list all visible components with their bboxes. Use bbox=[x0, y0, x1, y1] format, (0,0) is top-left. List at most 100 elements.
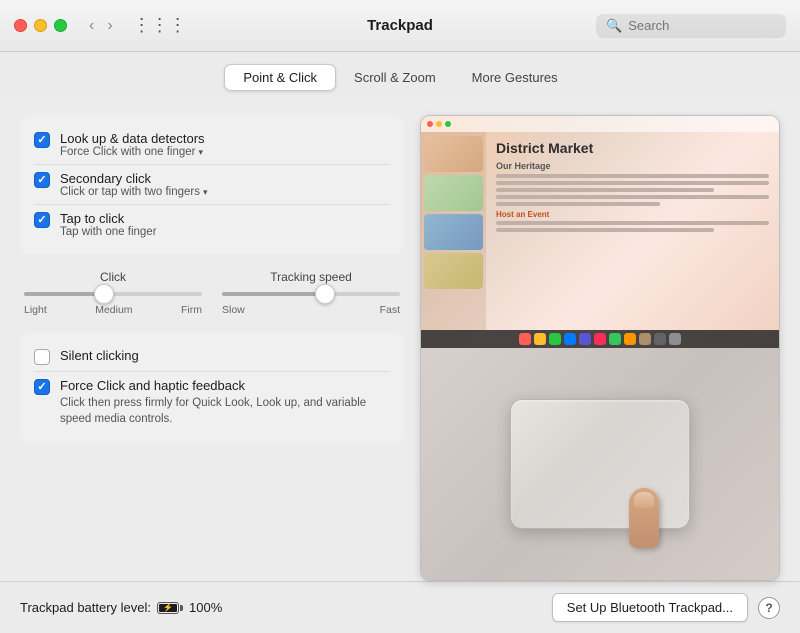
battery-icon: ⚡ bbox=[157, 602, 183, 614]
look-up-subtitle[interactable]: Force Click with one finger ▾ bbox=[60, 146, 205, 158]
option-tap-to-click: ✓ Tap to click Tap with one finger bbox=[34, 204, 390, 244]
nav-buttons: ‹ › bbox=[85, 16, 117, 36]
search-box[interactable]: 🔍 bbox=[596, 14, 786, 38]
text-line-5 bbox=[496, 202, 660, 206]
host-event-text: Host an Event bbox=[496, 210, 769, 219]
dock-icon-7 bbox=[609, 333, 621, 345]
close-button[interactable] bbox=[14, 19, 27, 32]
haptic-silent-row: Silent clicking bbox=[34, 342, 390, 371]
mac-content-area: District Market Our Heritage Host an Eve… bbox=[421, 132, 779, 330]
minimize-button[interactable] bbox=[34, 19, 47, 32]
click-slider-label: Click bbox=[100, 270, 126, 284]
dock-icon-5 bbox=[579, 333, 591, 345]
click-slider-sublabels: Light Medium Firm bbox=[24, 304, 202, 316]
mac-main-sim: District Market Our Heritage Host an Eve… bbox=[486, 132, 779, 330]
help-button[interactable]: ? bbox=[758, 597, 780, 619]
battery-text-label: Trackpad battery level: bbox=[20, 600, 151, 615]
text-line-2 bbox=[496, 181, 769, 185]
tracking-fast-label: Fast bbox=[380, 304, 400, 316]
look-up-label: Look up & data detectors bbox=[60, 131, 205, 146]
tab-more-gestures[interactable]: More Gestures bbox=[454, 65, 576, 90]
mac-sidebar-sim bbox=[421, 132, 486, 330]
click-slider-thumb[interactable] bbox=[94, 284, 114, 304]
dock-icon-3 bbox=[549, 333, 561, 345]
dock-icon-9 bbox=[639, 333, 651, 345]
titlebar: ‹ › ⋮⋮⋮ Trackpad 🔍 bbox=[0, 0, 800, 52]
click-firm-label: Firm bbox=[181, 304, 202, 316]
force-click-subtitle: Click then press firmly for Quick Look, … bbox=[60, 395, 390, 427]
sliders-section: Click Light Medium Firm Tracking speed bbox=[20, 270, 404, 316]
dock-icon-8 bbox=[624, 333, 636, 345]
click-medium-label: Medium bbox=[95, 304, 132, 316]
finger-shape bbox=[629, 488, 659, 548]
click-light-label: Light bbox=[24, 304, 47, 316]
finger-nail bbox=[634, 492, 654, 508]
mac-close-dot bbox=[427, 121, 433, 127]
tab-scroll-zoom[interactable]: Scroll & Zoom bbox=[336, 65, 454, 90]
tap-to-click-checkbox[interactable]: ✓ bbox=[34, 212, 50, 228]
statusbar: Trackpad battery level: ⚡ 100% Set Up Bl… bbox=[0, 581, 800, 633]
text-line-3 bbox=[496, 188, 714, 192]
tracking-slider-sublabels: Slow Fast bbox=[222, 304, 400, 316]
option-secondary-click: ✓ Secondary click Click or tap with two … bbox=[34, 164, 390, 204]
dock-icon-1 bbox=[519, 333, 531, 345]
fullscreen-button[interactable] bbox=[54, 19, 67, 32]
mac-window-bar bbox=[421, 116, 779, 132]
battery-percent: 100% bbox=[189, 600, 222, 615]
secondary-click-label: Secondary click bbox=[60, 171, 208, 186]
tracking-slider-thumb[interactable] bbox=[315, 284, 335, 304]
click-slider-group: Click Light Medium Firm bbox=[24, 270, 202, 316]
mac-sidebar-block-1 bbox=[424, 136, 483, 172]
haptic-force-click-row: ✓ Force Click and haptic feedback Click … bbox=[34, 371, 390, 433]
back-button[interactable]: ‹ bbox=[85, 16, 98, 36]
look-up-checkbox[interactable]: ✓ bbox=[34, 132, 50, 148]
district-market-heading: District Market bbox=[496, 140, 769, 156]
tab-point-click[interactable]: Point & Click bbox=[224, 64, 336, 91]
force-click-checkbox[interactable]: ✓ bbox=[34, 379, 50, 395]
click-slider-track[interactable] bbox=[24, 292, 202, 296]
search-icon: 🔍 bbox=[606, 18, 622, 34]
options-section: ✓ Look up & data detectors Force Click w… bbox=[20, 115, 404, 254]
text-line-1 bbox=[496, 174, 769, 178]
preview-trackpad bbox=[421, 348, 779, 580]
secondary-click-checkbox[interactable]: ✓ bbox=[34, 172, 50, 188]
text-line-6 bbox=[496, 221, 769, 225]
tracking-slow-label: Slow bbox=[222, 304, 245, 316]
secondary-click-chevron-icon: ▾ bbox=[203, 187, 208, 198]
mac-sidebar-block-2 bbox=[424, 175, 483, 211]
main-content: ✓ Look up & data detectors Force Click w… bbox=[0, 101, 800, 581]
dock-icon-4 bbox=[564, 333, 576, 345]
silent-clicking-checkbox[interactable] bbox=[34, 349, 50, 365]
dock-icon-10 bbox=[654, 333, 666, 345]
tracking-slider-track[interactable] bbox=[222, 292, 400, 296]
mac-min-dot bbox=[436, 121, 442, 127]
left-panel: ✓ Look up & data detectors Force Click w… bbox=[20, 115, 404, 581]
search-input[interactable] bbox=[628, 18, 776, 33]
mac-dock-sim bbox=[421, 330, 779, 348]
traffic-lights bbox=[14, 19, 67, 32]
dock-icon-11 bbox=[669, 333, 681, 345]
battery-section: Trackpad battery level: ⚡ 100% bbox=[20, 600, 222, 615]
trackpad-pad bbox=[510, 399, 690, 529]
battery-body: ⚡ bbox=[157, 602, 179, 614]
forward-button[interactable]: › bbox=[103, 16, 116, 36]
secondary-click-subtitle[interactable]: Click or tap with two fingers ▾ bbox=[60, 186, 208, 198]
tracking-slider-group: Tracking speed Slow Fast bbox=[222, 270, 400, 316]
tabbar: Point & Click Scroll & Zoom More Gesture… bbox=[0, 52, 800, 101]
app-grid-icon[interactable]: ⋮⋮⋮ bbox=[133, 15, 187, 36]
tap-to-click-subtitle: Tap with one finger bbox=[60, 226, 157, 238]
setup-bluetooth-button[interactable]: Set Up Bluetooth Trackpad... bbox=[552, 593, 748, 622]
window-title: Trackpad bbox=[367, 17, 433, 34]
mac-sidebar-block-3 bbox=[424, 214, 483, 250]
mac-sidebar-block-4 bbox=[424, 253, 483, 289]
finger-simulation bbox=[619, 478, 669, 548]
force-click-label: Force Click and haptic feedback bbox=[60, 378, 390, 393]
dock-icon-2 bbox=[534, 333, 546, 345]
battery-tip bbox=[180, 605, 183, 611]
mac-full-dot bbox=[445, 121, 451, 127]
silent-clicking-label: Silent clicking bbox=[60, 348, 139, 363]
tap-to-click-label: Tap to click bbox=[60, 211, 157, 226]
haptic-section: Silent clicking ✓ Force Click and haptic… bbox=[20, 332, 404, 443]
trackpad-sim bbox=[421, 348, 779, 580]
look-up-chevron-icon: ▾ bbox=[199, 147, 204, 158]
